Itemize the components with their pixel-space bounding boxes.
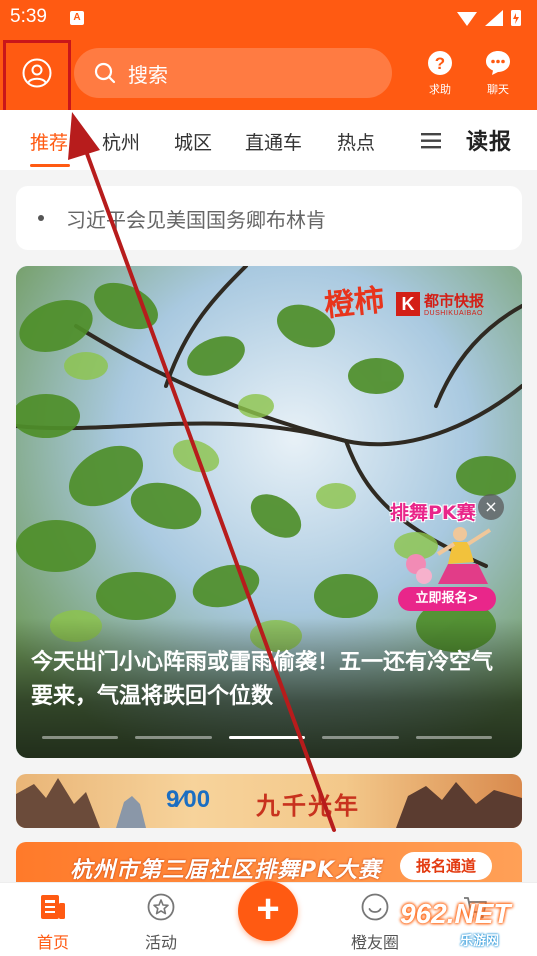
tab-hangzhou[interactable]: 杭州	[102, 128, 140, 155]
watermark-subtitle: 乐游网	[460, 934, 500, 949]
promo-signup-button[interactable]: 立即报名>	[398, 587, 496, 611]
star-icon	[147, 893, 175, 921]
help-button[interactable]: ? 求助	[415, 50, 465, 100]
brand-pinyin: DUSHIKUAIBAO	[424, 310, 483, 317]
brand-k-icon: K	[396, 292, 420, 316]
headline-text: 习近平会见美国国务卿布林肯	[66, 207, 326, 232]
carousel-dot[interactable]	[322, 736, 399, 739]
app-header: 5:39 A 搜索 ? 求助 聊天	[0, 0, 537, 110]
tab-hot[interactable]: 热点	[337, 128, 375, 155]
status-time: 5:39	[10, 6, 47, 27]
tab-express[interactable]: 直通车	[245, 128, 302, 155]
smile-icon	[361, 893, 389, 921]
tab-read-paper[interactable]: 读报	[466, 124, 512, 156]
search-placeholder: 搜索	[128, 62, 168, 87]
dance-contest-promo[interactable]: 排舞PK赛 立即报名> ×	[386, 494, 506, 612]
banner2-title: 杭州市第三届社区排舞PK大赛	[70, 858, 382, 882]
hero-title: 今天出门小心阵雨或雷雨偷袭！五一还有冷空气要来，气温将跌回个位数	[31, 650, 494, 709]
help-label: 求助	[429, 83, 451, 96]
dance-contest-banner[interactable]: 杭州市第三届社区排舞PK大赛 报名通道	[16, 842, 522, 882]
nine-thousand-light-years-banner[interactable]: 9⁄00 九千光年	[16, 774, 522, 828]
search-icon	[94, 62, 116, 84]
chat-button[interactable]: 聊天	[473, 50, 523, 100]
system-status-icons	[457, 10, 521, 26]
carousel-dot-active[interactable]	[228, 736, 306, 739]
question-icon: ?	[428, 51, 452, 75]
chat-bubble-icon	[486, 51, 510, 75]
newspaper-icon	[41, 895, 65, 919]
close-icon[interactable]: ×	[478, 494, 504, 520]
promo-title: 排舞PK赛	[390, 502, 476, 524]
newspaper-brand-logo: 橙柿 K 都市快报 DUSHIKUAIBAO	[322, 278, 514, 334]
brand-name: 都市快报	[424, 292, 485, 310]
nav-home-label: 首页	[36, 933, 69, 952]
carousel-dot[interactable]	[135, 736, 212, 739]
bullet-icon	[38, 215, 44, 221]
hero-carousel-card[interactable]: 橙柿 K 都市快报 DUSHIKUAIBAO 排舞PK赛 立即报名> × 今天出…	[16, 266, 522, 758]
carousel-dot[interactable]	[42, 736, 119, 739]
wifi-icon	[457, 12, 477, 26]
register-button[interactable]: 报名通道	[400, 852, 492, 880]
headline-ticker[interactable]: 习近平会见美国国务卿布林肯	[16, 186, 522, 250]
menu-icon[interactable]	[421, 132, 443, 150]
notification-badge: A	[70, 11, 84, 25]
category-tabs: 推荐 杭州 城区 直通车 热点 读报	[0, 110, 537, 170]
active-tab-indicator	[30, 164, 70, 167]
site-watermark: 962.NET 乐游网	[400, 896, 534, 952]
chat-label: 聊天	[487, 83, 509, 96]
status-bar: 5:39 A	[0, 0, 537, 36]
dancer-illustration	[406, 527, 492, 584]
nav-activity[interactable]: 活动	[126, 893, 196, 953]
nav-activity-label: 活动	[144, 933, 177, 952]
watermark-number: 962.NET	[400, 898, 511, 929]
signal-icon	[485, 10, 503, 26]
svg-text:?: ?	[435, 54, 445, 73]
carousel-indicators	[42, 736, 493, 740]
annotation-highlight-box	[3, 40, 71, 118]
tab-district[interactable]: 城区	[174, 128, 212, 155]
search-input[interactable]: 搜索	[74, 48, 392, 98]
publish-plus-button[interactable]: +	[238, 881, 298, 941]
nav-home[interactable]: 首页	[18, 893, 88, 953]
tab-recommend[interactable]: 推荐	[30, 128, 68, 155]
banner-logo: 9⁄00	[166, 786, 211, 813]
carousel-dot[interactable]	[415, 736, 493, 739]
brand-script: 橙柿	[322, 282, 387, 325]
banner-title: 九千光年	[256, 792, 360, 820]
